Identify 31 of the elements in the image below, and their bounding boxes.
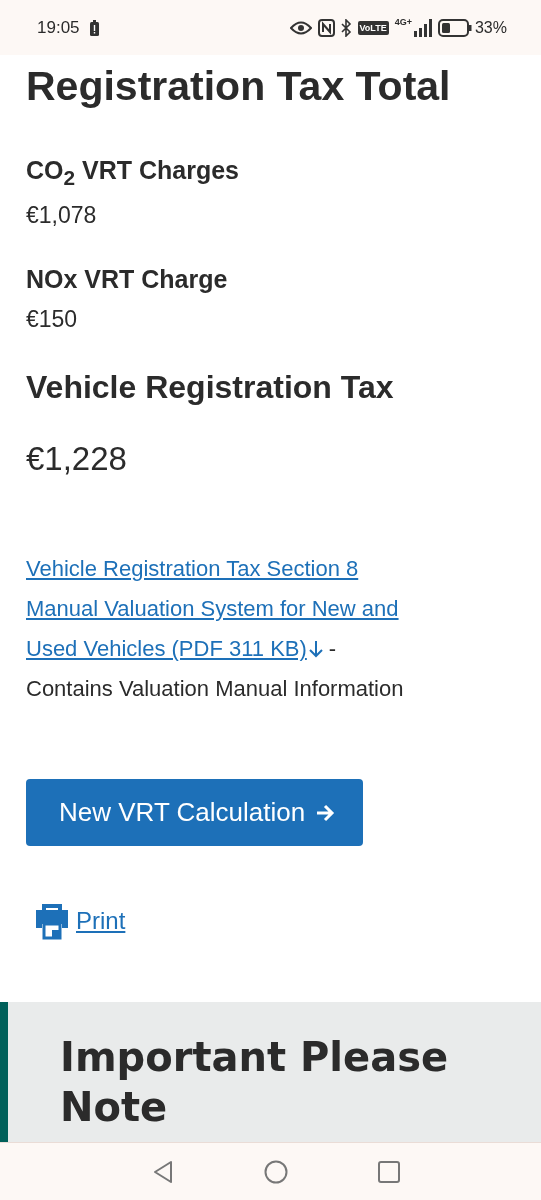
recents-icon[interactable]	[377, 1160, 400, 1183]
section-title: Registration Tax Total	[26, 63, 452, 110]
total-label: Vehicle Registration Tax	[26, 369, 395, 406]
network-type: 4G+	[394, 17, 412, 27]
eye-icon	[289, 20, 312, 35]
download-link[interactable]: Used Vehicles (PDF 311 KB)	[26, 629, 307, 669]
total-amount: €1,228	[26, 440, 128, 478]
battery-icon	[437, 18, 472, 37]
download-arrow-icon	[308, 640, 323, 658]
home-icon[interactable]	[263, 1159, 288, 1184]
battery-alert-icon	[89, 19, 99, 36]
back-icon[interactable]	[151, 1159, 174, 1184]
download-link[interactable]: Manual Valuation System for New and	[26, 589, 399, 629]
volte-badge: VoLTE	[357, 20, 389, 35]
nfc-icon	[317, 18, 335, 37]
charge-label: CO$_{2}$ VRT Charges	[26, 156, 241, 190]
link-description: Contains Valuation Manual Information	[26, 675, 404, 703]
arrow-right-icon	[315, 803, 336, 822]
charge-amount: €150	[26, 306, 79, 333]
charge-label: NOx VRT Charge	[26, 265, 229, 294]
notice-title: Important Please Note	[60, 1033, 450, 1132]
bluetooth-icon	[340, 18, 352, 37]
printer-icon	[34, 902, 70, 940]
separator: -	[328, 635, 337, 663]
new-calculation-button[interactable]: New VRT Calculation	[26, 779, 364, 846]
battery-percent: 33%	[474, 18, 507, 37]
status-time: 19:05	[37, 17, 80, 38]
download-link[interactable]: Vehicle Registration Tax Section 8	[26, 549, 359, 589]
print-link[interactable]: Print	[76, 907, 126, 935]
signal-icon	[413, 18, 432, 37]
charge-amount: €1,078	[26, 202, 98, 229]
